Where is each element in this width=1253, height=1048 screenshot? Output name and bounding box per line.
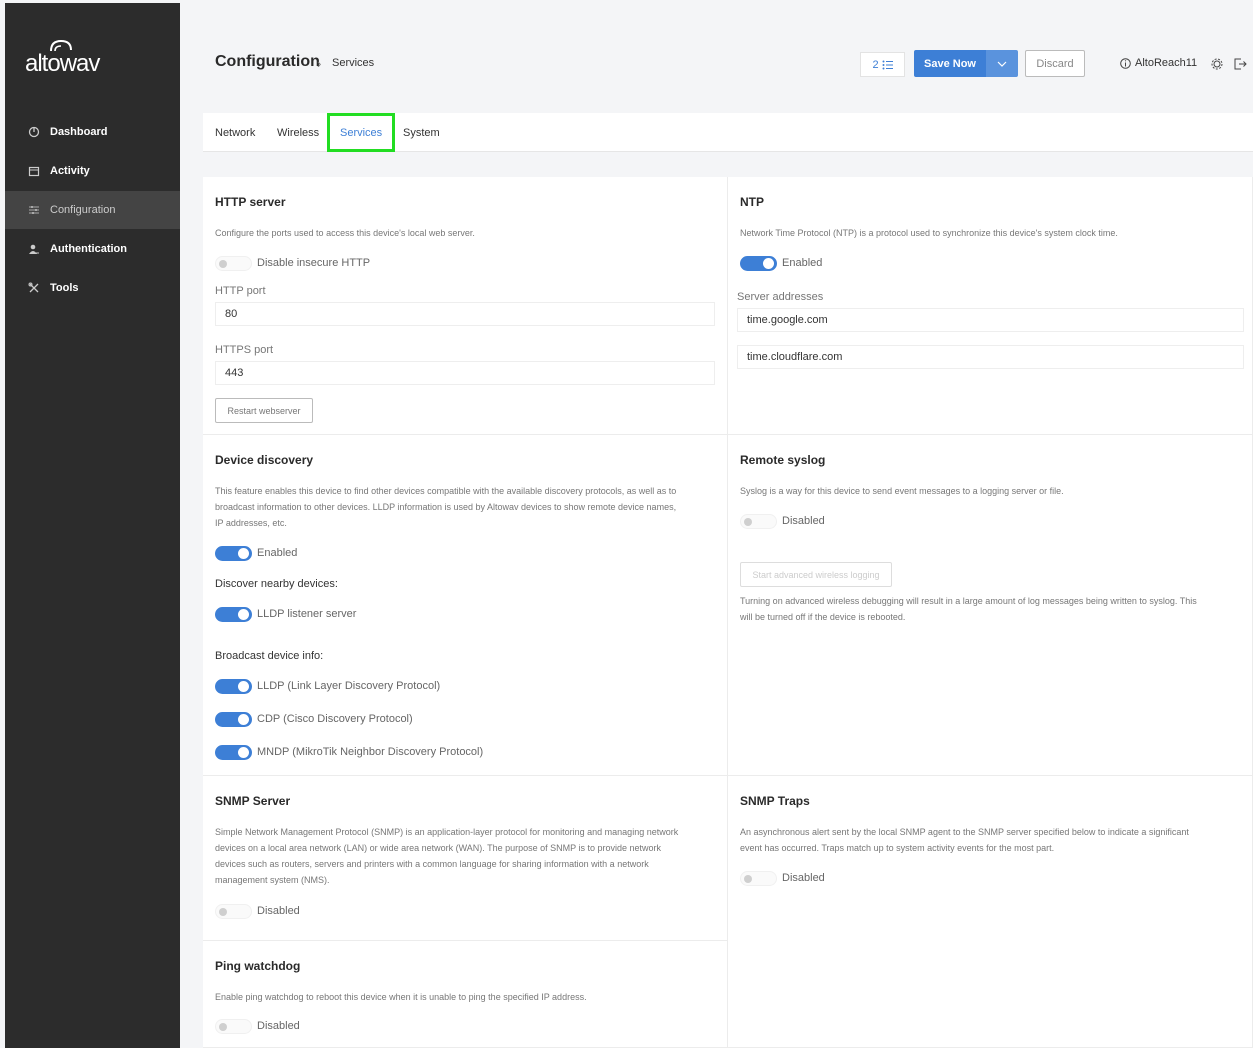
syslog-toggle[interactable]	[740, 514, 777, 529]
ntp-server-input[interactable]: time.cloudflare.com	[737, 345, 1244, 369]
mndp-broadcast-toggle[interactable]	[215, 745, 252, 760]
list-icon	[882, 60, 893, 69]
breadcrumb: Services	[332, 57, 375, 69]
sidebar-item-authentication[interactable]: Authentication	[5, 230, 180, 268]
lldp-broadcast-label: LLDP (Link Layer Discovery Protocol)	[257, 680, 441, 692]
ping-watchdog-panel: Ping watchdog Enable ping watchdog to re…	[203, 941, 728, 1048]
http-server-description: Configure the ports used to access this …	[215, 228, 475, 238]
sidebar-item-activity[interactable]: Activity	[5, 152, 180, 190]
dashboard-icon	[27, 125, 41, 139]
ntp-panel: NTP Network Time Protocol (NTP) is a pro…	[728, 177, 1253, 435]
device-discovery-panel: Device discovery This feature enables th…	[203, 435, 728, 776]
wireless-logging-note: Turning on advanced wireless debugging w…	[740, 596, 1197, 622]
remote-syslog-title: Remote syslog	[740, 453, 826, 467]
http-server-panel: HTTP server Configure the ports used to …	[203, 177, 728, 435]
lldp-listener-label: LLDP listener server	[257, 608, 357, 620]
ping-watchdog-title: Ping watchdog	[215, 959, 301, 973]
discover-nearby-label: Discover nearby devices:	[215, 578, 338, 590]
http-port-input[interactable]: 80	[215, 302, 715, 326]
tab-bar: Network Wireless Services System	[203, 113, 1253, 152]
chevron-down-icon	[997, 61, 1007, 67]
snmp-server-toggle-label: Disabled	[257, 905, 300, 917]
ntp-enabled-label: Enabled	[782, 257, 823, 269]
https-port-input[interactable]: 443	[215, 361, 715, 385]
tab-services[interactable]: Services	[327, 113, 396, 152]
discovery-enabled-label: Enabled	[257, 547, 298, 559]
ntp-description: Network Time Protocol (NTP) is a protoco…	[740, 228, 1118, 238]
disable-http-toggle[interactable]	[215, 256, 252, 271]
snmp-server-description: Simple Network Management Protocol (SNMP…	[215, 827, 679, 885]
sidebar-item-dashboard[interactable]: Dashboard	[5, 113, 180, 151]
save-options-dropdown[interactable]	[986, 50, 1018, 77]
tab-system[interactable]: System	[403, 113, 440, 152]
page-title: Configuration	[215, 53, 320, 70]
broadcast-info-label: Broadcast device info:	[215, 650, 324, 662]
https-port-label: HTTPS port	[215, 344, 274, 356]
breadcrumb-separator: ›	[317, 56, 322, 71]
page-header: Configuration › Services 2 Save Now Disc…	[180, 0, 1253, 110]
sidebar-item-tools[interactable]: Tools	[5, 269, 180, 307]
device-name: AltoReach11	[1135, 57, 1198, 69]
snmp-server-toggle[interactable]	[215, 904, 252, 919]
device-discovery-title: Device discovery	[215, 453, 314, 467]
restart-webserver-button[interactable]: Restart webserver	[215, 398, 313, 423]
sidebar-item-label: Authentication	[50, 243, 127, 255]
sidebar: altowav Dashboard Activity Configuration…	[5, 3, 180, 1048]
pending-changes-button[interactable]: 2	[860, 52, 905, 77]
ntp-title: NTP	[740, 195, 764, 209]
sidebar-item-label: Tools	[50, 282, 79, 294]
sidebar-item-label: Configuration	[50, 204, 116, 216]
snmp-traps-toggle[interactable]	[740, 871, 777, 886]
tools-icon	[27, 281, 41, 295]
start-wireless-logging-button[interactable]: Start advanced wireless logging	[740, 562, 892, 587]
users-icon	[27, 242, 41, 256]
snmp-traps-description: An asynchronous alert sent by the local …	[740, 827, 1189, 853]
sidebar-item-configuration[interactable]: Configuration	[5, 191, 180, 229]
lldp-listener-toggle[interactable]	[215, 607, 252, 622]
remote-syslog-panel: Remote syslog Syslog is a way for this d…	[728, 435, 1253, 776]
tab-network[interactable]: Network	[215, 113, 255, 152]
svg-text:altowav: altowav	[25, 50, 100, 77]
calendar-icon	[27, 164, 41, 178]
ntp-server-input[interactable]: time.google.com	[737, 308, 1244, 332]
snmp-traps-title: SNMP Traps	[740, 794, 810, 808]
save-now-button[interactable]: Save Now	[914, 50, 986, 77]
ping-watchdog-toggle-label: Disabled	[257, 1020, 300, 1032]
lldp-broadcast-toggle[interactable]	[215, 679, 252, 694]
ping-watchdog-toggle[interactable]	[215, 1019, 252, 1034]
snmp-traps-panel: SNMP Traps An asynchronous alert sent by…	[728, 776, 1253, 1048]
remote-syslog-description: Syslog is a way for this device to send …	[740, 486, 1064, 496]
http-port-label: HTTP port	[215, 285, 266, 297]
sidebar-item-label: Dashboard	[50, 126, 108, 138]
ping-watchdog-description: Enable ping watchdog to reboot this devi…	[215, 992, 587, 1002]
sliders-icon	[27, 203, 41, 217]
ntp-enabled-toggle[interactable]	[740, 256, 777, 271]
snmp-server-panel: SNMP Server Simple Network Management Pr…	[203, 776, 728, 941]
mndp-broadcast-label: MNDP (MikroTik Neighbor Discovery Protoc…	[257, 746, 484, 758]
tab-wireless[interactable]: Wireless	[277, 113, 319, 152]
info-icon	[1120, 57, 1131, 69]
discard-button[interactable]: Discard	[1025, 50, 1085, 77]
snmp-traps-toggle-label: Disabled	[782, 872, 825, 884]
server-addresses-label: Server addresses	[737, 291, 824, 303]
pending-count: 2	[872, 58, 879, 71]
cdp-broadcast-toggle[interactable]	[215, 712, 252, 727]
sidebar-item-label: Activity	[50, 165, 90, 177]
gear-icon[interactable]	[1211, 57, 1225, 71]
device-discovery-description: This feature enables this device to find…	[215, 486, 677, 528]
logout-icon[interactable]	[1234, 57, 1248, 71]
cdp-broadcast-label: CDP (Cisco Discovery Protocol)	[257, 713, 413, 725]
altowav-logo[interactable]: altowav	[25, 33, 115, 78]
syslog-toggle-label: Disabled	[782, 515, 825, 527]
snmp-server-title: SNMP Server	[215, 794, 291, 808]
disable-http-label: Disable insecure HTTP	[257, 257, 371, 269]
http-server-title: HTTP server	[215, 195, 286, 209]
discovery-enabled-toggle[interactable]	[215, 546, 252, 561]
device-info[interactable]: AltoReach11	[1120, 57, 1197, 69]
